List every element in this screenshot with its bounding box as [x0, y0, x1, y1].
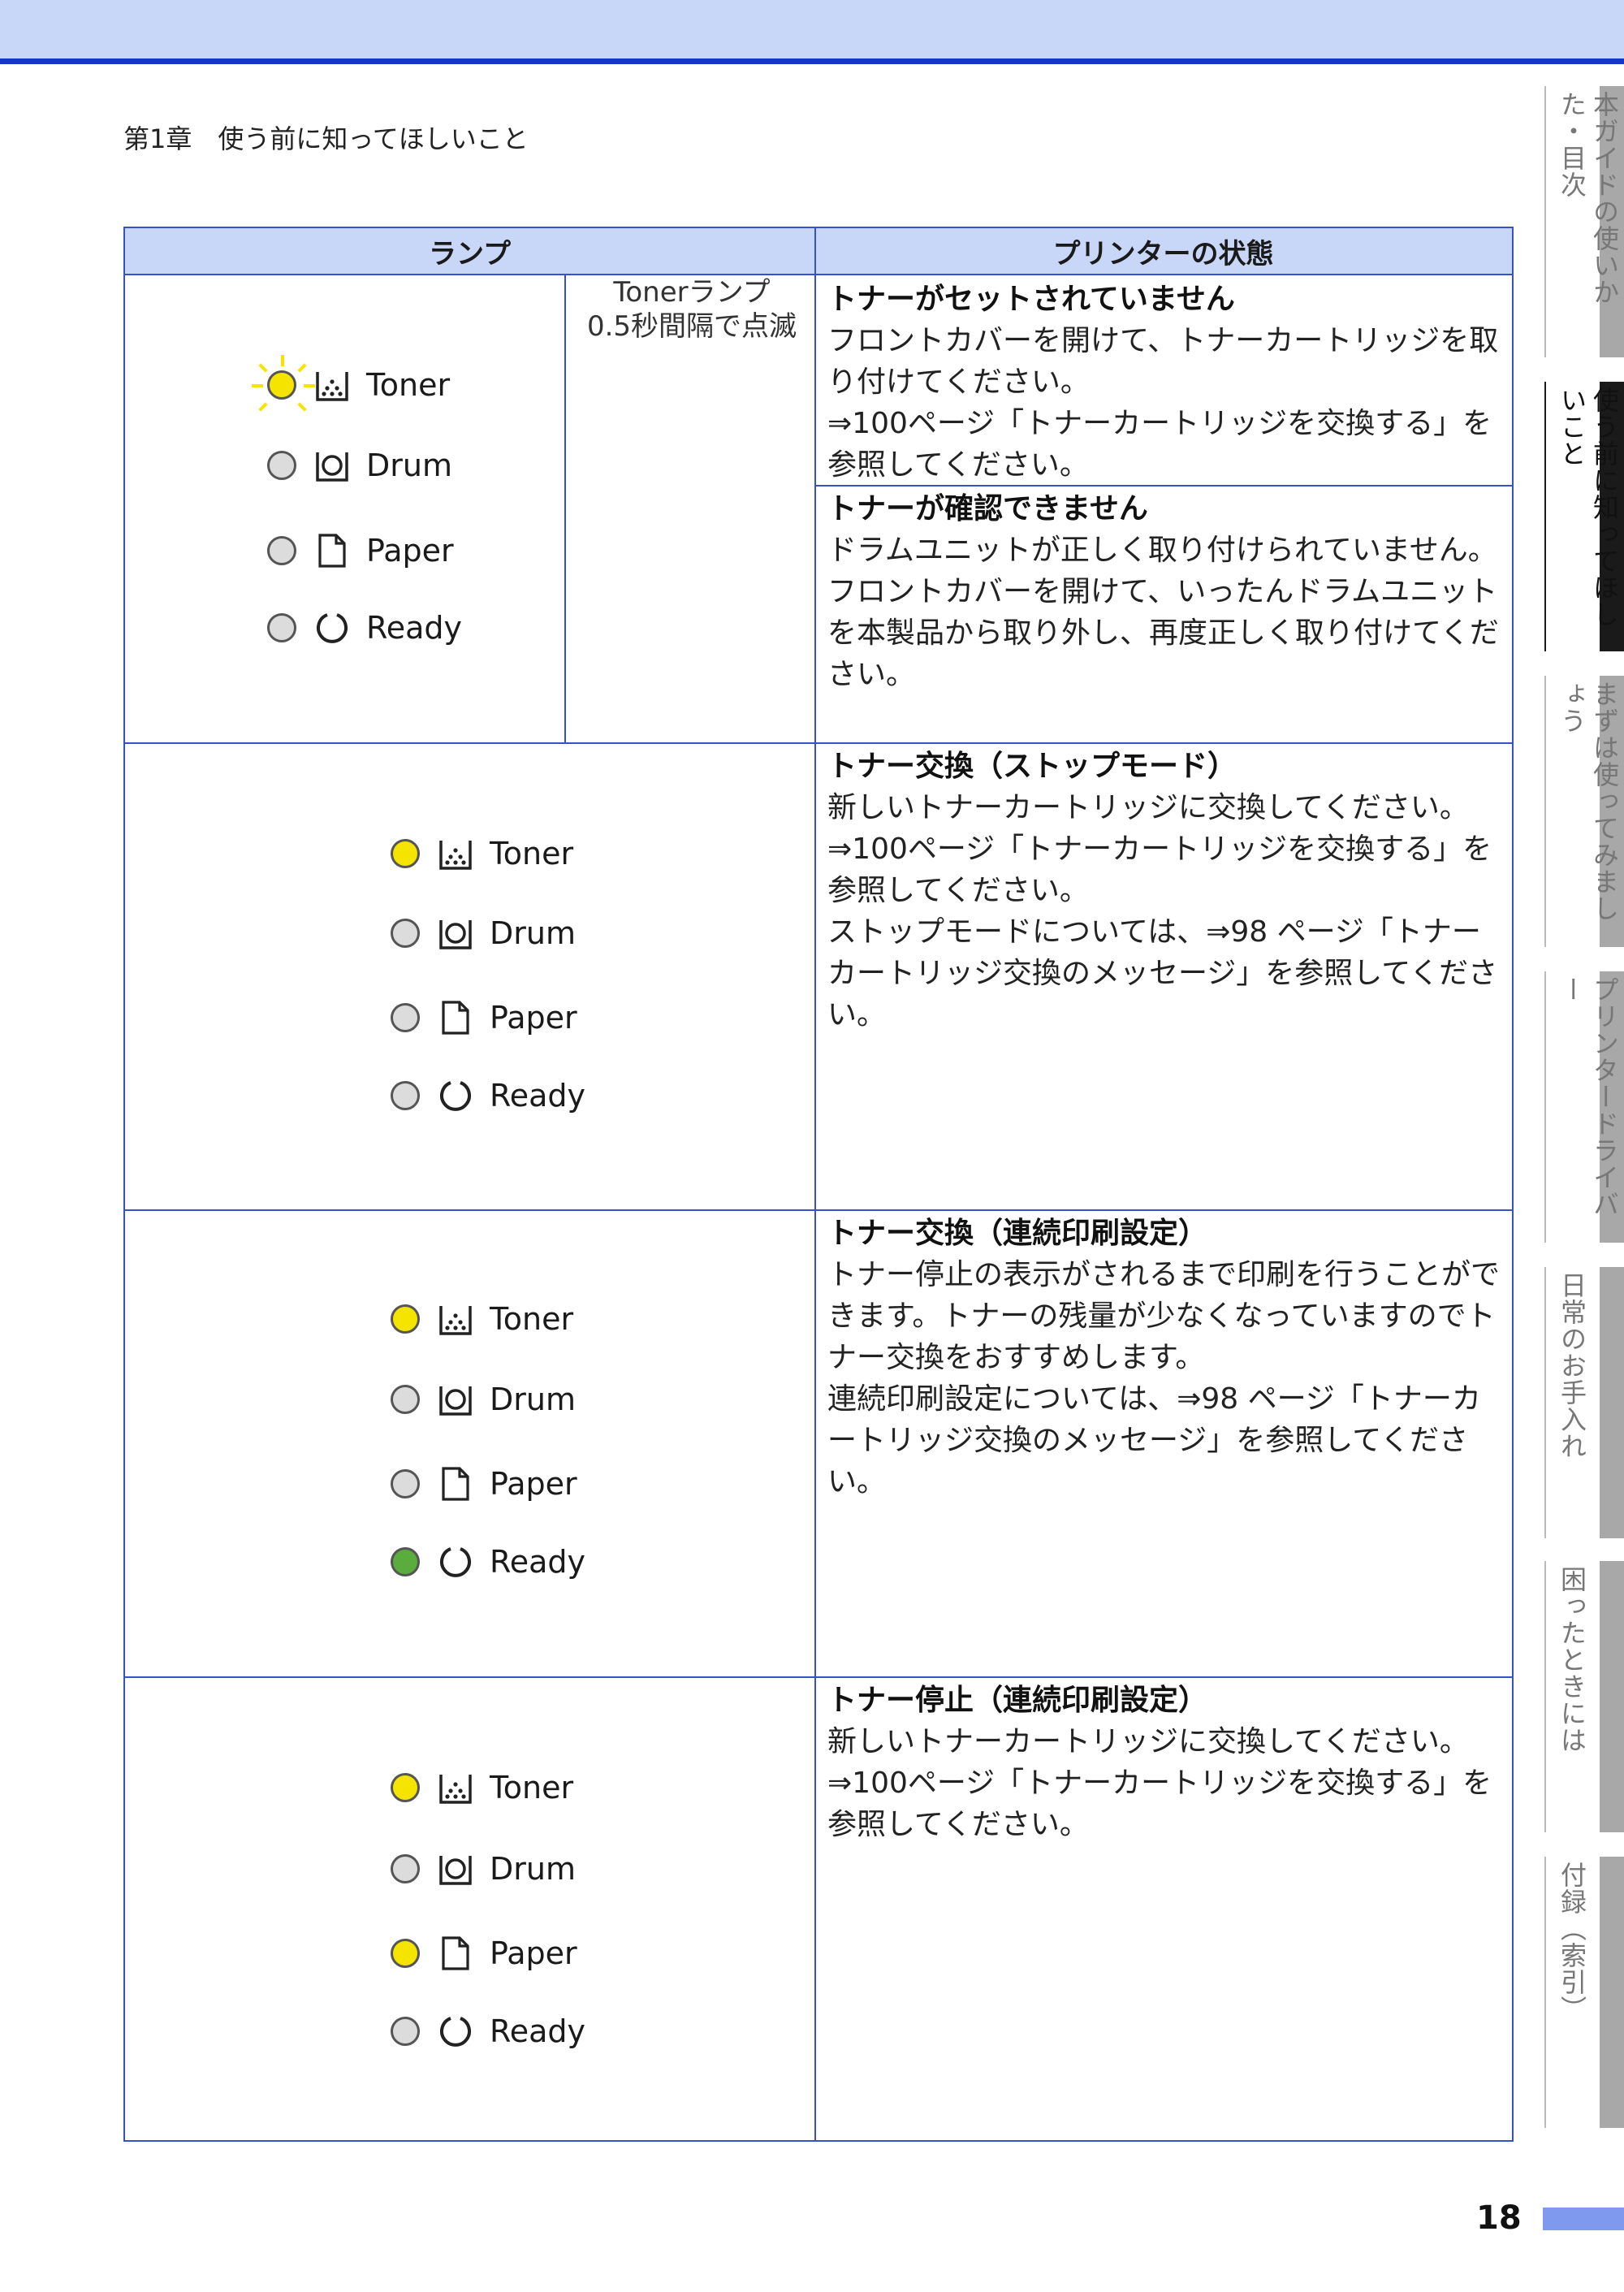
lamp-ready: Ready [391, 1071, 585, 1120]
side-tab-trouble[interactable]: 困ったときには [1544, 1561, 1624, 1832]
drum-icon [439, 1856, 472, 1885]
row-divider-1 [125, 742, 1512, 744]
lamp-ready: Ready [391, 1537, 585, 1586]
lamp-toner: Toner [252, 355, 450, 412]
lamp-ready: Ready [391, 2007, 585, 2056]
toner-lamp-blinking [252, 355, 315, 412]
ready-lamp-on [391, 1547, 420, 1576]
lamp-drum: Drum [391, 1375, 576, 1424]
ready-icon [440, 1547, 471, 1577]
page-number: 18 [1476, 2199, 1522, 2237]
side-tab-guide[interactable]: 本ガイドの使いかた・目次 [1544, 86, 1624, 357]
drum-icon [439, 1386, 472, 1416]
header-rule [0, 58, 1624, 64]
lamp-toner: Toner [391, 1763, 573, 1812]
drum-icon [316, 452, 348, 482]
note-divider [564, 275, 566, 742]
side-tab-driver[interactable]: プリンタードライバー [1544, 971, 1624, 1243]
ready-icon [317, 613, 348, 643]
status-row3: トナー交換（連続印刷設定） トナー停止の表示がされるまで印刷を行うことができます… [827, 1217, 1501, 1498]
ready-lamp [267, 613, 296, 642]
side-tab-maintenance[interactable]: 日常のお手入れ [1544, 1267, 1624, 1538]
page-number-bar [1543, 2208, 1624, 2230]
drum-lamp [391, 1385, 420, 1414]
lamp-drum: Drum [267, 441, 452, 490]
paper-lamp [267, 536, 296, 565]
lamp-paper: Paper [391, 993, 577, 1042]
toner-icon [439, 841, 472, 870]
toner-lamp-on [391, 1304, 420, 1334]
paper-icon [318, 534, 346, 568]
row-divider-2 [125, 1209, 1512, 1211]
drum-lamp [267, 451, 296, 480]
status-row1-b: トナーが確認できません ドラムユニットが正しく取り付けられていません。 フロント… [827, 492, 1499, 691]
lamp-paper: Paper [267, 526, 454, 575]
ready-icon [440, 2017, 471, 2047]
drum-icon [439, 920, 472, 949]
header-lamp: ランプ [125, 228, 814, 275]
lamp-toner: Toner [391, 829, 573, 878]
ready-lamp [391, 1081, 420, 1110]
toner-icon [439, 1775, 472, 1804]
paper-lamp [391, 1003, 420, 1032]
lamp-toner: Toner [391, 1295, 573, 1343]
toner-icon [439, 1306, 472, 1335]
header-band [0, 0, 1624, 58]
column-divider [814, 228, 816, 2140]
drum-lamp [391, 1854, 420, 1883]
paper-icon [442, 1467, 469, 1501]
toner-lamp-on [391, 1773, 420, 1802]
chapter-title: 第1章 使う前に知ってほしいこと [123, 123, 529, 154]
ready-lamp [391, 2017, 420, 2046]
lamp-drum: Drum [391, 1844, 576, 1893]
lamp-drum: Drum [391, 909, 576, 958]
lamp-paper: Paper [391, 1929, 577, 1978]
drum-lamp [391, 919, 420, 948]
paper-lamp-on [391, 1939, 420, 1968]
paper-icon [442, 1936, 469, 1970]
blink-note: Tonerランプ 0.5秒間隔で点滅 [586, 276, 797, 343]
side-tab-try[interactable]: まずは使ってみましょう [1544, 676, 1624, 947]
header-status: プリンターの状態 [814, 228, 1512, 275]
lamp-status-table: ランプ プリンターの状態 Tonerランプ 0.5秒間隔で点滅 Toner Dr… [123, 227, 1514, 2142]
toner-icon [316, 372, 348, 401]
paper-lamp [391, 1469, 420, 1498]
lamp-paper: Paper [391, 1460, 577, 1508]
paper-icon [442, 1001, 469, 1035]
lamp-ready: Ready [267, 603, 462, 652]
toner-lamp-on [391, 839, 420, 868]
status-row2: トナー交換（ストップモード） 新しいトナーカートリッジに交換してください。 ⇒1… [827, 750, 1498, 1031]
side-tab-before-use[interactable]: 使う前に知ってほしいこと [1544, 382, 1624, 651]
side-tab-appendix[interactable]: 付録（索引） [1544, 1857, 1624, 2128]
ready-icon [440, 1081, 471, 1111]
status-row1-a: トナーがセットされていません フロントカバーを開けて、トナーカートリッジを取り付… [827, 283, 1499, 482]
row-divider-3 [125, 1676, 1512, 1678]
status-row4: トナー停止（連続印刷設定） 新しいトナーカートリッジに交換してください。 ⇒10… [827, 1684, 1492, 1841]
